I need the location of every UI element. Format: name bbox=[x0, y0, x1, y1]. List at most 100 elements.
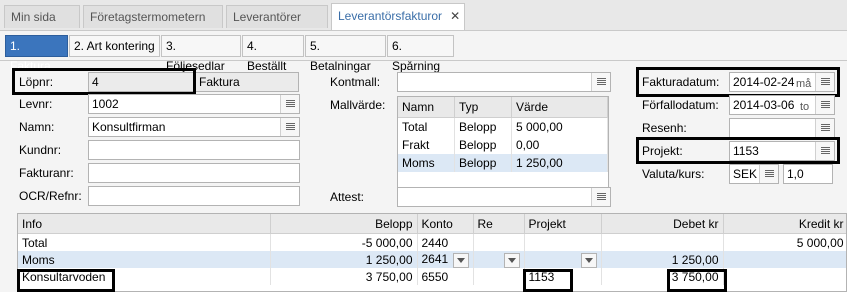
column-header[interactable]: Belopp bbox=[270, 214, 418, 234]
cell: 5 000,00 bbox=[511, 117, 608, 136]
konteringar-grid[interactable]: Info Belopp Konto Re Projekt Debet kr Kr… bbox=[17, 213, 847, 292]
lopnr-field: 4 bbox=[88, 72, 195, 92]
tab-leverantorer[interactable]: Leverantörer bbox=[226, 5, 328, 28]
resenh-label: Resenh: bbox=[642, 121, 687, 135]
divider bbox=[0, 60, 847, 61]
cell: Belopp bbox=[454, 117, 512, 136]
levnr-label: Levnr: bbox=[19, 97, 53, 111]
kontmall-label: Kontmall: bbox=[330, 75, 381, 89]
kundnr-label: Kundnr: bbox=[19, 143, 62, 157]
chevron-down-icon[interactable] bbox=[452, 252, 469, 268]
cell: 6550 bbox=[417, 268, 474, 285]
lookup-list-icon[interactable] bbox=[815, 142, 834, 160]
column-header[interactable]: Projekt bbox=[524, 214, 602, 234]
cell: Konsultarvoden bbox=[18, 268, 271, 285]
lookup-list-icon[interactable] bbox=[591, 73, 610, 91]
column-header[interactable]: Re bbox=[473, 214, 525, 234]
cell bbox=[473, 233, 525, 251]
ocr-input[interactable] bbox=[88, 186, 300, 206]
tab-foretagstermometern[interactable]: Företagstermometern bbox=[83, 5, 223, 28]
mallvarde-label: Mallvärde: bbox=[330, 98, 386, 112]
forfallodatum-input[interactable]: 2014-03-06 to bbox=[729, 95, 835, 115]
fakturanr-input[interactable] bbox=[88, 163, 300, 183]
resenh-input[interactable] bbox=[729, 118, 835, 138]
kundnr-input[interactable] bbox=[88, 140, 300, 160]
chevron-down-icon[interactable] bbox=[580, 252, 597, 268]
fakturanr-label: Fakturanr: bbox=[19, 166, 74, 180]
kontmall-input[interactable] bbox=[397, 72, 611, 92]
chevron-down-icon[interactable] bbox=[503, 252, 520, 268]
cell bbox=[473, 268, 525, 285]
table-row[interactable]: Total Belopp 5 000,00 bbox=[398, 117, 608, 136]
cell bbox=[524, 233, 602, 251]
cell: 5 000,00 bbox=[723, 233, 846, 251]
forfallodatum-value: 2014-03-06 bbox=[733, 98, 795, 112]
namn-label: Namn: bbox=[19, 120, 55, 134]
cell: Frakt bbox=[398, 136, 455, 154]
tab-min-sida[interactable]: Min sida bbox=[4, 5, 80, 28]
cell: 2641 bbox=[417, 251, 474, 268]
subtab-sparning[interactable]: 6. Spårning bbox=[387, 35, 454, 73]
mallvarde-table[interactable]: Namn Typ Värde Total Belopp 5 000,00 Fra… bbox=[397, 96, 609, 188]
calendar-icon[interactable] bbox=[815, 96, 834, 114]
subtab-faktura[interactable]: 1. Faktura bbox=[5, 35, 68, 73]
levnr-value: 1002 bbox=[92, 97, 119, 111]
column-header[interactable]: Typ bbox=[454, 97, 512, 118]
table-row[interactable]: Frakt Belopp 0,00 bbox=[398, 136, 608, 154]
weekday-label: må bbox=[796, 78, 812, 90]
tab-label: Min sida bbox=[11, 10, 56, 24]
attest-input[interactable] bbox=[397, 187, 611, 207]
column-header[interactable]: Info bbox=[18, 214, 271, 234]
table-row[interactable]: Total -5 000,00 2440 5 000,00 bbox=[18, 233, 846, 251]
subtab-bestallt[interactable]: 4. Beställt bbox=[242, 35, 304, 73]
lookup-list-icon[interactable] bbox=[759, 165, 778, 183]
cell: 1 250,00 bbox=[270, 251, 418, 268]
cell: 1 250,00 bbox=[511, 154, 608, 172]
lopnr-label: Löpnr: bbox=[19, 75, 54, 89]
column-header[interactable]: Konto bbox=[417, 214, 474, 234]
fakturadatum-label: Fakturadatum: bbox=[642, 75, 720, 89]
subtab-art-kontering[interactable]: 2. Art kontering bbox=[69, 35, 160, 57]
levnr-input[interactable]: 1002 bbox=[88, 94, 300, 114]
attest-label: Attest: bbox=[330, 190, 365, 204]
cell bbox=[524, 251, 602, 268]
namn-input[interactable]: Konsultfirman bbox=[88, 117, 300, 137]
lookup-list-icon[interactable] bbox=[280, 118, 299, 136]
cell-value: 2641 bbox=[421, 251, 449, 266]
subtab-foljesedlar[interactable]: 3. Följesedlar bbox=[161, 35, 241, 73]
cell: 2440 bbox=[417, 233, 474, 251]
cell: 0,00 bbox=[511, 136, 608, 154]
lookup-list-icon[interactable] bbox=[591, 188, 610, 206]
close-icon[interactable]: ✕ bbox=[450, 9, 460, 23]
projekt-value: 1153 bbox=[733, 144, 759, 158]
cell bbox=[473, 251, 525, 268]
lookup-list-icon[interactable] bbox=[280, 95, 299, 113]
lookup-list-icon[interactable] bbox=[815, 119, 834, 137]
valuta-input[interactable]: SEK bbox=[729, 164, 779, 184]
forfallodatum-label: Förfallodatum: bbox=[642, 98, 719, 112]
calendar-icon[interactable] bbox=[815, 73, 834, 91]
cell: Belopp bbox=[454, 154, 512, 172]
cell: Moms bbox=[398, 154, 455, 172]
tab-leverantorsfakturor[interactable]: Leverantörsfakturor ✕ bbox=[331, 3, 465, 30]
column-header[interactable]: Namn bbox=[398, 97, 455, 118]
kurs-input[interactable]: 1,0 bbox=[783, 164, 833, 184]
table-row[interactable]: Moms Belopp 1 250,00 bbox=[398, 154, 608, 172]
namn-value: Konsultfirman bbox=[92, 120, 166, 134]
cell: 1 250,00 bbox=[601, 251, 724, 268]
column-header[interactable]: Kredit kr bbox=[723, 214, 846, 234]
cell: 3 750,00 bbox=[601, 268, 724, 285]
subtab-betalningar[interactable]: 5. Betalningar bbox=[305, 35, 386, 73]
column-header[interactable]: Debet kr bbox=[601, 214, 724, 234]
projekt-input[interactable]: 1153 bbox=[729, 141, 835, 161]
tab-label: Leverantörer bbox=[233, 10, 302, 24]
fakturadatum-input[interactable]: 2014-02-24 må bbox=[729, 72, 835, 92]
table-row[interactable]: Konsultarvoden 3 750,00 6550 1153 3 750,… bbox=[18, 268, 846, 285]
cell: Belopp bbox=[454, 136, 512, 154]
cell bbox=[723, 251, 846, 268]
table-row[interactable]: Moms 1 250,00 2641 1 250,00 bbox=[18, 251, 846, 268]
column-header[interactable]: Värde bbox=[511, 97, 608, 118]
cell: Moms bbox=[18, 251, 271, 268]
cell: 3 750,00 bbox=[270, 268, 418, 285]
top-tab-bar: Min sida Företagstermometern Leverantöre… bbox=[0, 0, 847, 31]
